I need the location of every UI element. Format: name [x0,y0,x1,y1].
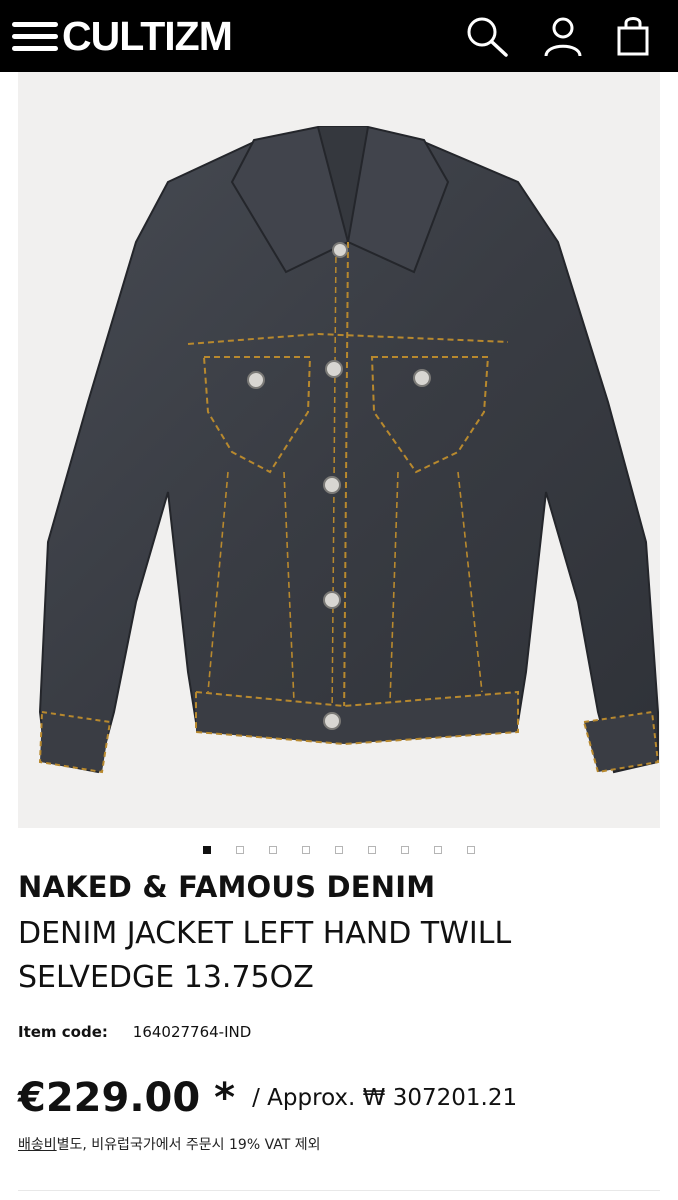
carousel-dot[interactable] [236,846,244,854]
divider [18,1190,660,1191]
price-row: €229.00 * / Approx. ₩ 307201.21 [18,1070,517,1126]
item-code-row: Item code: 164027764-IND [18,1021,251,1043]
cart-icon[interactable] [610,14,656,58]
vat-note: 배송비별도, 비유럽국가에서 주문시 19% VAT 제외 [18,1135,321,1155]
site-logo[interactable]: CULTIZM [62,14,233,58]
search-icon[interactable] [464,14,510,58]
product-image[interactable] [18,72,660,828]
top-header: CULTIZM [0,0,678,72]
carousel-dot[interactable] [401,846,409,854]
price: €229.00 * [18,1075,236,1121]
brand-name[interactable]: NAKED & FAMOUS DENIM [18,868,658,906]
carousel-dot[interactable] [335,846,343,854]
product-title: DENIM JACKET LEFT HAND TWILL SELVEDGE 13… [18,916,512,995]
shipping-cost-link[interactable]: 배송비 [18,1137,57,1153]
carousel-dot[interactable] [434,846,442,854]
carousel-dot[interactable] [203,846,211,854]
vat-note-text: 별도, 비유럽국가에서 주문시 19% VAT 제외 [56,1137,321,1153]
account-icon[interactable] [540,14,586,58]
carousel-dot[interactable] [269,846,277,854]
approx-price: / Approx. ₩ 307201.21 [252,1085,518,1111]
carousel-indicator [0,844,678,856]
menu-icon[interactable] [12,22,58,52]
carousel-dot[interactable] [368,846,376,854]
carousel-dot[interactable] [467,846,475,854]
item-code-label: Item code: [18,1023,108,1041]
denim-jacket-illustration [38,126,660,774]
carousel-dot[interactable] [302,846,310,854]
item-code-value: 164027764-IND [132,1023,252,1041]
